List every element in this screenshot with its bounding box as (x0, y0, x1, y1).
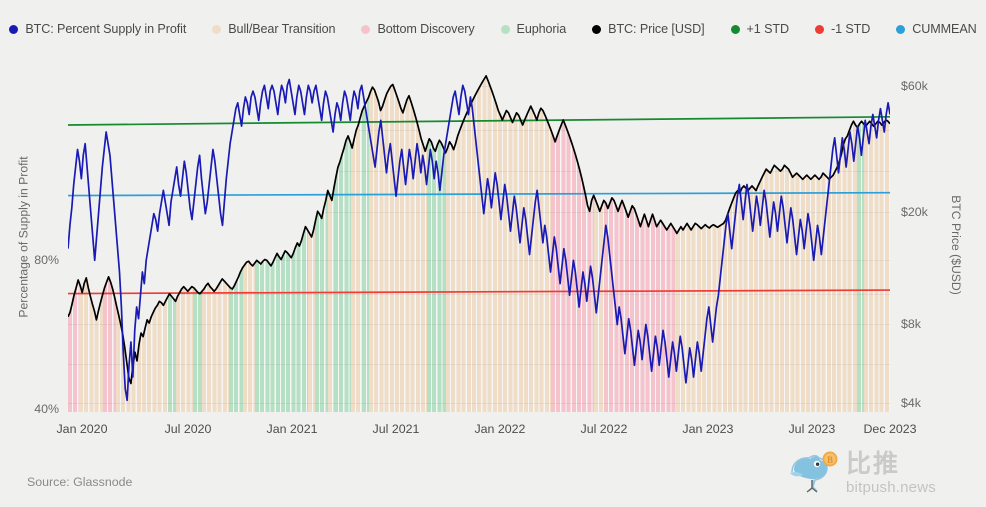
legend-marker-icon (730, 24, 740, 34)
plot-clip (68, 62, 890, 412)
y-axis-right-title: BTC Price ($USD) (948, 140, 964, 350)
legend-item-label: Bull/Bear Transition (228, 22, 336, 36)
legend-marker-icon (814, 24, 824, 34)
x-axis-tick-label: Jul 2023 (788, 422, 836, 436)
y-axis-right-tick-label: $60k (901, 79, 928, 93)
legend-marker-icon (9, 24, 19, 34)
legend-item[interactable]: BTC: Percent Supply in Profit (9, 22, 186, 36)
legend-item-label: BTC: Price [USD] (608, 22, 705, 36)
legend-marker-icon (896, 24, 906, 34)
x-axis-tick-label: Jul 2020 (164, 422, 212, 436)
source-label: Source: Glassnode (27, 475, 133, 489)
y-axis-right-tick-label: $8k (901, 317, 921, 331)
legend-marker-icon (500, 24, 510, 34)
y-axis-left-title: Percentage of Supply in Profit (16, 62, 32, 412)
series-canvas (68, 62, 890, 402)
watermark-cn-text: 比推 (846, 449, 901, 478)
x-axis-tick-label: Jul 2021 (372, 422, 420, 436)
watermark: B 比推 bitpush.news (786, 448, 976, 498)
legend-item[interactable]: Euphoria (500, 22, 567, 36)
legend-marker-icon (212, 24, 222, 34)
y-axis-right-tick-label: $4k (901, 396, 921, 410)
legend-item-label: -1 STD (830, 22, 871, 36)
legend-item[interactable]: +1 STD (730, 22, 790, 36)
x-axis-tick-label: Jan 2023 (682, 422, 734, 436)
y-axis-left-tick-label: 80% (34, 252, 59, 267)
watermark-url-text: bitpush.news (846, 478, 936, 496)
legend-item-label: Bottom Discovery (377, 22, 475, 36)
y-axis-right-title-text: BTC Price ($USD) (949, 195, 964, 295)
svg-text:B: B (827, 455, 833, 465)
legend-item-label: CUMMEAN (912, 22, 977, 36)
x-axis-tick-label: Dec 2023 (863, 422, 917, 436)
legend-item[interactable]: CUMMEAN (896, 22, 977, 36)
bird-with-bitcoin-icon: B (790, 451, 838, 493)
legend-item-label: +1 STD (746, 22, 790, 36)
x-axis-tick-label: Jul 2022 (580, 422, 628, 436)
chart-plot-area: 80% 40% $60k $20k $8k $4k Jan 2020 Jul 2020 Ja… (34, 62, 928, 436)
legend-item[interactable]: BTC: Price [USD] (592, 22, 705, 36)
chart-legend: BTC: Percent Supply in Profit Bull/Bear T… (0, 14, 986, 44)
y-axis-left-title-text: Percentage of Supply in Profit (17, 156, 31, 318)
legend-item-label: Euphoria (516, 22, 567, 36)
legend-marker-icon (361, 24, 371, 34)
price-area-mask (68, 62, 890, 384)
legend-item[interactable]: Bull/Bear Transition (212, 22, 336, 36)
y-axis-right-tick-label: $20k (901, 205, 928, 219)
legend-item-label: BTC: Percent Supply in Profit (25, 22, 187, 36)
legend-marker-icon (592, 24, 602, 34)
x-axis-tick-label: Jan 2020 (56, 422, 108, 436)
legend-item[interactable]: Bottom Discovery (361, 22, 475, 36)
x-axis-tick-label: Jan 2022 (474, 422, 526, 436)
legend-item[interactable]: -1 STD (814, 22, 871, 36)
y-axis-left-tick-label: 40% (34, 401, 59, 416)
x-axis-tick-label: Jan 2021 (266, 422, 318, 436)
trendline--1-std (68, 289, 890, 295)
